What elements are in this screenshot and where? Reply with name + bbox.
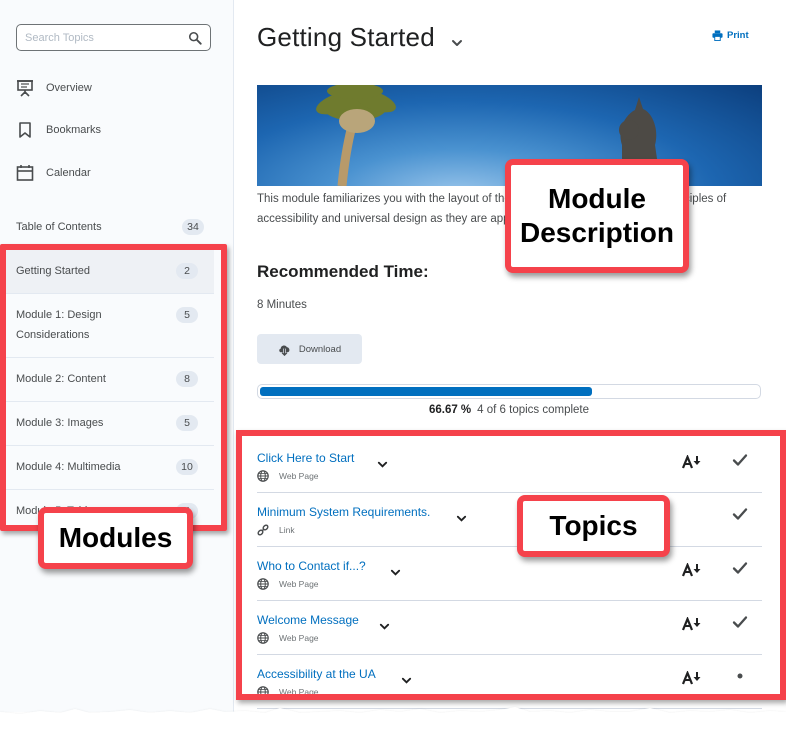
topic-list: Click Here to Start Web Page Minimum Sys… [257, 439, 762, 709]
presentation-icon [17, 80, 33, 97]
sidebar: Overview Bookmarks Calendar Table of Con… [0, 0, 234, 712]
search-box[interactable] [16, 24, 211, 51]
toc-label: Table of Contents [16, 221, 102, 233]
callout-text: Modules [58, 522, 173, 553]
module-label: Module 1: Design Considerations [16, 309, 102, 341]
topic-type-label: Link [279, 525, 295, 535]
topic-type-label: Web Page [279, 633, 319, 643]
callout-text-line2: Description [519, 217, 675, 248]
topic-link[interactable]: Who to Contact if...? [257, 559, 366, 573]
calendar-icon [16, 165, 34, 181]
progress-bar-fill [260, 387, 593, 396]
check-icon [732, 508, 748, 520]
topic-row[interactable]: Welcome Message Web Page [257, 601, 762, 655]
nav-overview-label: Overview [46, 82, 92, 94]
topic-link[interactable]: Click Here to Start [257, 451, 354, 465]
module-item-content[interactable]: Module 2: Content 8 [0, 358, 214, 402]
callout-text-line1: Module [548, 183, 646, 214]
chevron-down-icon[interactable] [456, 513, 467, 524]
search-icon[interactable] [188, 31, 202, 45]
incomplete-dot-icon [737, 673, 743, 679]
topic-type: Web Page [257, 578, 319, 590]
read-aloud-icon[interactable] [682, 671, 702, 685]
torn-edge-decoration [0, 707, 786, 740]
nav-overview[interactable]: Overview [16, 76, 92, 100]
progress-count: 4 of 6 topics complete [477, 404, 590, 416]
module-item-getting-started[interactable]: Getting Started 2 [0, 250, 214, 294]
module-count-badge: 2 [176, 263, 198, 279]
chevron-down-icon[interactable] [377, 459, 388, 470]
chevron-down-icon[interactable] [451, 37, 463, 49]
printer-icon [712, 30, 723, 41]
module-count-badge: 5 [176, 307, 198, 323]
topic-row[interactable]: Minimum System Requirements. Link [257, 493, 762, 547]
topic-type: Link [257, 524, 295, 536]
topic-type-label: Web Page [279, 579, 319, 589]
progress-summary: 66.67 % 4 of 6 topics complete [257, 404, 761, 416]
read-aloud-icon[interactable] [682, 455, 702, 469]
module-count-badge: 5 [176, 415, 198, 431]
globe-icon [257, 578, 269, 590]
module-title-row[interactable]: Getting Started [257, 22, 463, 53]
chevron-down-icon[interactable] [379, 621, 390, 632]
topics-callout: Topics [517, 495, 670, 557]
topic-row[interactable]: Accessibility at the UA Web Page [257, 655, 762, 709]
recommended-time-value: 8 Minutes [257, 299, 307, 311]
download-button[interactable]: Download [257, 334, 362, 364]
check-icon [732, 454, 748, 466]
topic-link[interactable]: Minimum System Requirements. [257, 505, 430, 519]
chevron-down-icon[interactable] [401, 675, 412, 686]
nav-calendar-label: Calendar [46, 167, 91, 179]
print-label: Print [727, 30, 749, 41]
cloud-download-icon [279, 345, 290, 356]
progress-bar [257, 384, 761, 399]
search-input[interactable] [25, 29, 185, 47]
download-label: Download [298, 343, 342, 355]
topic-link[interactable]: Accessibility at the UA [257, 667, 376, 681]
module-label: Module 2: Content [16, 373, 106, 385]
module-item-design-considerations[interactable]: Module 1: Design Considerations 5 [0, 294, 214, 358]
print-button[interactable]: Print [712, 30, 749, 41]
check-icon [732, 562, 748, 574]
module-label: Getting Started [16, 265, 90, 277]
nav-bookmarks[interactable]: Bookmarks [16, 118, 101, 142]
nav-bookmarks-label: Bookmarks [46, 124, 102, 136]
recommended-time-heading: Recommended Time: [257, 262, 429, 281]
topic-type-label: Web Page [279, 687, 319, 697]
read-aloud-icon[interactable] [682, 617, 702, 631]
globe-icon [257, 686, 269, 698]
toc-count-badge: 34 [182, 219, 204, 235]
module-count-badge: 10 [176, 459, 198, 475]
topic-row[interactable]: Click Here to Start Web Page [257, 439, 762, 493]
chevron-down-icon[interactable] [390, 567, 401, 578]
topic-type-label: Web Page [279, 471, 319, 481]
module-list: Getting Started 2 Module 1: Design Consi… [0, 250, 234, 530]
module-item-multimedia[interactable]: Module 4: Multimedia 10 [0, 446, 214, 490]
globe-icon [257, 632, 269, 644]
bookmark-icon [19, 122, 31, 138]
module-item-images[interactable]: Module 3: Images 5 [0, 402, 214, 446]
module-description-callout: Module Description [505, 159, 689, 273]
read-aloud-icon[interactable] [682, 563, 702, 577]
topic-type: Web Page [257, 686, 319, 698]
modules-callout: Modules [38, 507, 193, 569]
topic-link[interactable]: Welcome Message [257, 613, 359, 627]
module-count-badge: 8 [176, 371, 198, 387]
nav-calendar[interactable]: Calendar [16, 161, 91, 185]
progress-percent: 66.67 % [428, 404, 472, 416]
topic-row[interactable]: Who to Contact if...? Web Page [257, 547, 762, 601]
globe-icon [257, 470, 269, 482]
check-icon [732, 616, 748, 628]
link-icon [257, 524, 269, 536]
table-of-contents[interactable]: Table of Contents 34 [16, 218, 204, 236]
topic-type: Web Page [257, 632, 319, 644]
topic-type: Web Page [257, 470, 319, 482]
callout-text: Topics [549, 510, 638, 541]
module-label: Module 4: Multimedia [16, 461, 121, 473]
module-label: Module 3: Images [16, 417, 104, 429]
page-title: Getting Started [257, 22, 435, 52]
